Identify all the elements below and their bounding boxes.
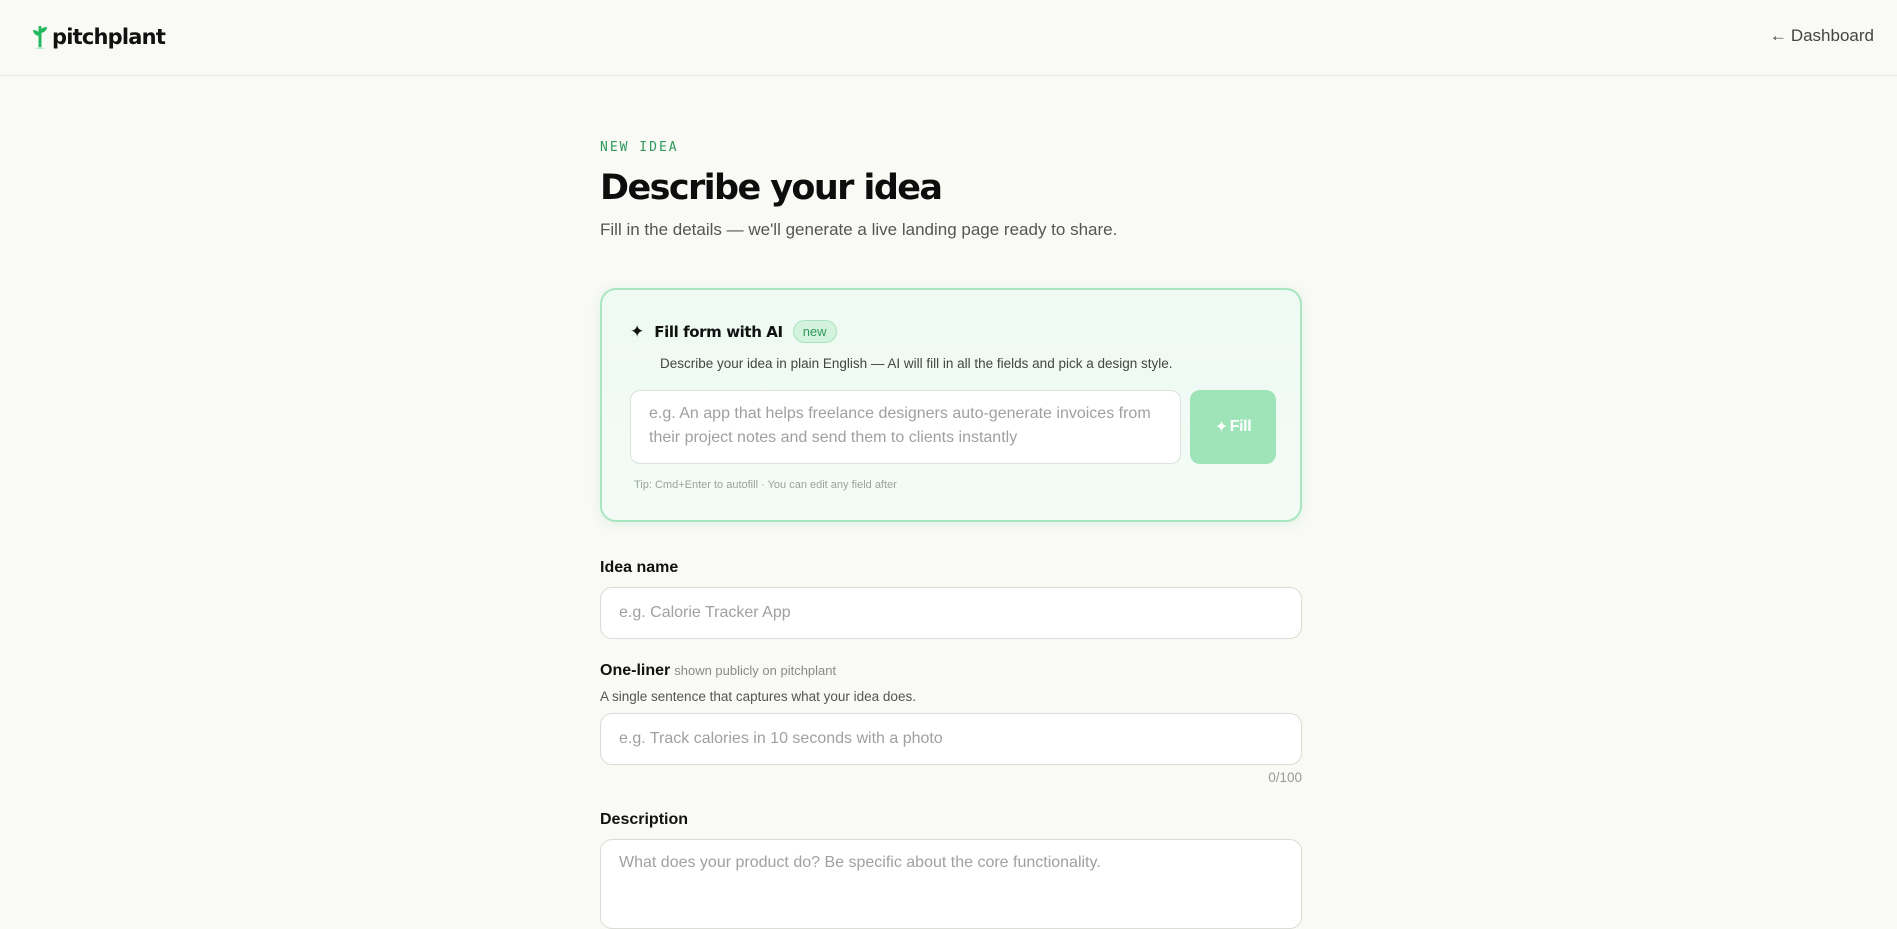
description-label: Description	[600, 811, 689, 828]
description-textarea[interactable]: What does your product do? Be specific a…	[600, 839, 1302, 929]
description-placeholder: What does your product do? Be specific a…	[619, 854, 1101, 871]
one-liner-hint: shown publicly on pitchplant	[674, 663, 837, 678]
idea-name-placeholder: e.g. Calorie Tracker App	[619, 604, 791, 621]
one-liner-label-row: One-liner shown publicly on pitchplant	[600, 662, 836, 680]
idea-name-input[interactable]: e.g. Calorie Tracker App	[600, 587, 1302, 639]
ai-card-title: Fill form with AI	[654, 322, 783, 341]
ai-card-description: Describe your idea in plain English — AI…	[660, 356, 1173, 371]
new-badge: new	[792, 320, 837, 343]
one-liner-input[interactable]: e.g. Track calories in 10 seconds with a…	[600, 713, 1302, 765]
one-liner-helper: A single sentence that captures what you…	[600, 689, 916, 704]
fill-button-label: Fill	[1229, 418, 1252, 435]
ai-card-header: ✦ Fill form with AI new	[630, 320, 837, 343]
page-title: Describe your idea	[600, 168, 943, 208]
ai-tip-text: Tip: Cmd+Enter to autofill · You can edi…	[634, 479, 897, 491]
sprout-icon	[33, 26, 47, 49]
ai-fill-card: ✦ Fill form with AI new Describe your id…	[600, 288, 1302, 522]
ai-idea-textarea[interactable]: e.g. An app that helps freelance designe…	[630, 390, 1181, 464]
sparkle-icon: ✦	[630, 322, 645, 341]
ai-fill-button[interactable]: ✦ Fill	[1190, 390, 1276, 464]
one-liner-placeholder: e.g. Track calories in 10 seconds with a…	[619, 730, 943, 747]
idea-name-label: Idea name	[600, 559, 679, 576]
eyebrow-label: NEW IDEA	[600, 140, 679, 155]
arrow-left-icon: ←	[1769, 26, 1787, 45]
logo-wordmark: pitchplant	[52, 25, 166, 49]
dashboard-link-label: Dashboard	[1790, 26, 1874, 45]
sparkle-icon: ✦	[1214, 419, 1228, 436]
one-liner-label: One-liner	[600, 662, 671, 679]
dashboard-link[interactable]: ← Dashboard	[1770, 26, 1874, 46]
one-liner-char-counter: 0/100	[1268, 770, 1302, 785]
top-navigation-bar: pitchplant ← Dashboard	[0, 0, 1897, 76]
page-subtitle: Fill in the details — we'll generate a l…	[600, 220, 1118, 239]
pitchplant-logo[interactable]: pitchplant	[32, 24, 166, 50]
